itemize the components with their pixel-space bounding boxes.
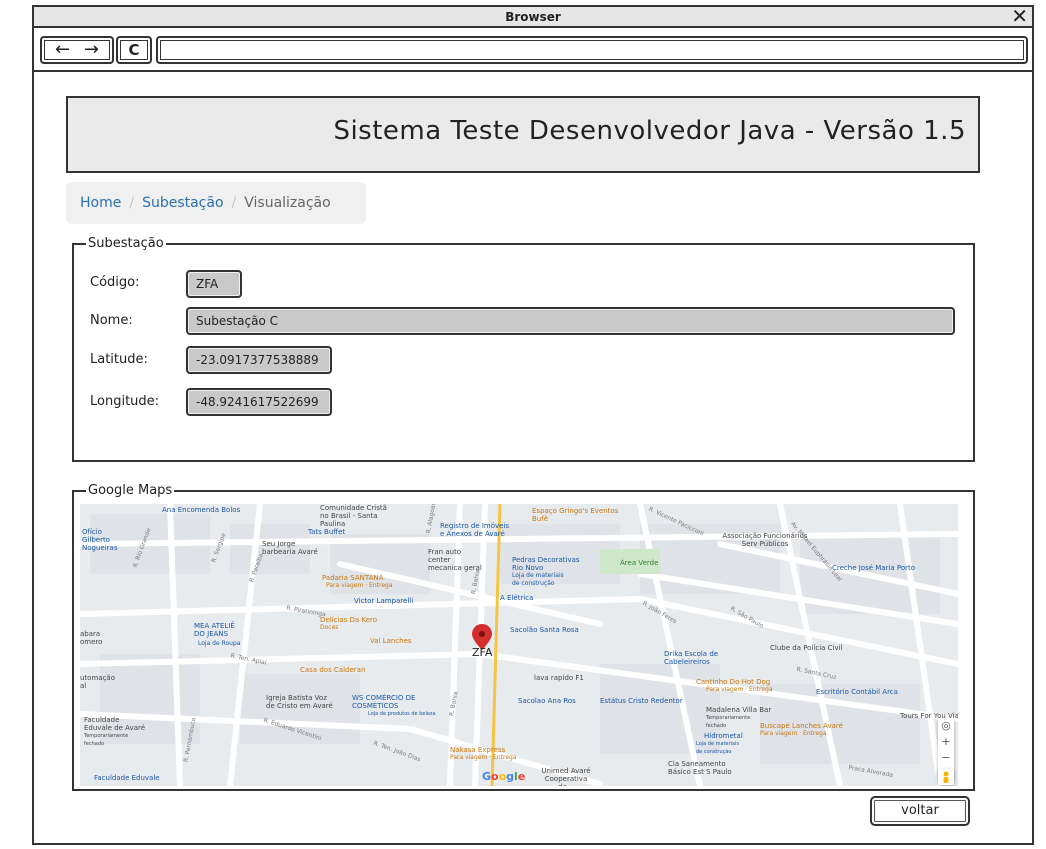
nome-label: Nome: bbox=[90, 313, 133, 328]
subestacao-legend: Subestação bbox=[88, 236, 164, 251]
zoom-out-button[interactable]: − bbox=[938, 750, 954, 766]
breadcrumb-current: Visualização bbox=[244, 195, 331, 211]
map-label-registro-imoveis: Registro de Imóveis e Anexos de Avaré bbox=[440, 522, 510, 538]
page-title: Sistema Teste Desenvolvedor Java - Versã… bbox=[333, 116, 966, 146]
google-maps-legend: Google Maps bbox=[88, 483, 173, 498]
latitude-field[interactable]: -23.0917377538889 bbox=[186, 346, 332, 374]
map-label-casa-calderan: Casa dos Calderan bbox=[300, 666, 366, 674]
google-logo: Google bbox=[482, 770, 526, 783]
codigo-label: Código: bbox=[90, 275, 140, 290]
nome-field[interactable]: Subestação C bbox=[186, 307, 955, 335]
map-label-estatus: Estátus Cristo Redentor bbox=[600, 697, 683, 705]
map-label-automacao: utomação al bbox=[80, 674, 115, 690]
map-label-sacolao-ana: Sacolao Ana Ros bbox=[518, 697, 576, 705]
map-label-cantinho-sub: Para viagem · Entrega bbox=[706, 686, 773, 693]
map-label-ws-comercio: WS COMÉRCIO DE COSMÉTICOS bbox=[352, 694, 416, 710]
breadcrumb: Home / Subestação / Visualização bbox=[66, 182, 366, 224]
reload-button[interactable]: C bbox=[116, 36, 152, 64]
map-label-faculdade-eduvale: Faculdade Eduvale de Avaré bbox=[84, 716, 146, 732]
map-label-unimed: Unimed Avaré Cooperativa de... bbox=[541, 767, 591, 786]
map-label-delicias-sub: Doces bbox=[320, 624, 339, 631]
map-label-ws-sub: Loja de produtos de beleza bbox=[368, 711, 436, 717]
map-label-tats-buffet: Tats Buffet bbox=[308, 528, 346, 536]
page-header: Sistema Teste Desenvolvedor Java - Versã… bbox=[66, 96, 980, 173]
map-label-sacolao-santa-rosa: Sacolão Santa Rosa bbox=[510, 626, 579, 634]
map-label-buscape-sub: Para viagem · Entrega bbox=[760, 730, 827, 737]
map-label-buscape: Buscapé Lanches Avaré bbox=[760, 722, 843, 730]
back-forward-buttons: ← → bbox=[40, 36, 114, 64]
map-label-mea-atelie: MEA ATELIÊ DO JEANS bbox=[194, 622, 235, 638]
map-label-escritorio: Escritório Contábil Arca bbox=[816, 688, 898, 696]
map-label-area-verde: Área Verde bbox=[620, 559, 659, 567]
pegman-icon[interactable] bbox=[938, 769, 954, 785]
map-label-padaria-sub: Para viagem · Entrega bbox=[326, 582, 393, 589]
map-label-delicias: Delícias Da Kero bbox=[320, 616, 378, 624]
map-label-cantinho: Cantinho Do Hot Dog bbox=[696, 678, 771, 686]
map-label-madalena: Madalena Villa Bar bbox=[706, 706, 772, 714]
longitude-label: Longitude: bbox=[90, 394, 160, 409]
map-label-drika: Drika Escola de Cabeleireiros bbox=[664, 650, 719, 666]
browser-titlebar: Browser ✕ bbox=[34, 5, 1032, 28]
map-label-abara: abara omero bbox=[80, 630, 103, 646]
map-label-padaria: Padaria SANTANA bbox=[322, 574, 384, 582]
reload-icon: C bbox=[128, 41, 140, 59]
map-label-lava-rapido: lava rapido F1 bbox=[534, 674, 584, 682]
map-label-madalena-sub: Temporariamente fechado bbox=[706, 715, 751, 729]
map-label-hidrometal-sub: Loja de materiais de construção bbox=[696, 741, 740, 755]
map-label-comunidade: Comunidade Cristã no Brasil - Santa Paul… bbox=[320, 504, 387, 528]
longitude-field[interactable]: -48.9241617522699 bbox=[186, 388, 332, 416]
voltar-button[interactable]: voltar bbox=[870, 796, 970, 826]
latitude-label: Latitude: bbox=[90, 352, 148, 367]
map-label-seu-jorge: Seu Jorge barbearia Avaré bbox=[262, 540, 318, 556]
forward-arrow-icon[interactable]: → bbox=[84, 39, 99, 60]
browser-title: Browser bbox=[505, 10, 561, 24]
map-label-mea-sub: Loja de Roupa bbox=[198, 640, 241, 647]
map-label-val-lanches: Val Lanches bbox=[370, 637, 412, 645]
map-label-cia-saneamento: Cia Saneamento Básico Est S Paulo bbox=[668, 760, 732, 776]
breadcrumb-separator: / bbox=[231, 195, 237, 211]
map-label-ana-encomenda: Ana Encomenda Bolos bbox=[162, 506, 241, 514]
address-bar[interactable] bbox=[156, 36, 1028, 64]
breadcrumb-separator: / bbox=[129, 195, 135, 211]
back-arrow-icon[interactable]: ← bbox=[55, 39, 70, 60]
map-label-clube-policia: Clube da Polícia Civil bbox=[770, 644, 843, 652]
breadcrumb-subestacao-link[interactable]: Subestação bbox=[142, 195, 223, 211]
map-label-creche: Creche José Maria Porto bbox=[832, 564, 916, 572]
google-map[interactable]: Ana Encomenda Bolos Comunidade Cristã no… bbox=[80, 504, 958, 786]
map-label-espaco-gringos-sub: Bufê bbox=[532, 515, 549, 523]
breadcrumb-home-link[interactable]: Home bbox=[80, 195, 121, 211]
map-label-pedras: Pedras Decorativas Rio Novo bbox=[512, 556, 580, 572]
map-label-pedras-sub: Loja de materiais de construção bbox=[512, 572, 564, 587]
map-label-espaco-gringos: Espaço Gringo's Eventos bbox=[532, 507, 619, 515]
map-label-nakasa-sub: Para viagem · Entrega bbox=[450, 754, 517, 761]
map-label-oficio-gilberto: Ofício Gilberto Nogueiras bbox=[82, 528, 118, 552]
map-label-victor: Victor Lamparelli bbox=[354, 597, 414, 605]
map-label-faculdade-eduvale-2: Faculdade Eduvale bbox=[94, 774, 160, 782]
map-label-faculdade-sub: Temporariamente fechado bbox=[84, 733, 129, 747]
close-icon[interactable]: ✕ bbox=[1011, 5, 1028, 27]
map-label-hidrometal: Hidrometal bbox=[704, 732, 743, 740]
browser-navbar: ← → C bbox=[34, 30, 1032, 72]
map-label-nakasa: Nakasa Express bbox=[450, 746, 506, 754]
map-marker-label: ZFA bbox=[472, 646, 493, 659]
map-label-a-eletrica: A Elétrica bbox=[500, 594, 534, 602]
locate-icon[interactable]: ◎ bbox=[938, 718, 954, 734]
codigo-field[interactable]: ZFA bbox=[186, 270, 242, 298]
zoom-in-button[interactable]: + bbox=[938, 734, 954, 750]
map-label-igreja: Igreja Batista Voz de Cristo em Avaré bbox=[266, 694, 333, 710]
